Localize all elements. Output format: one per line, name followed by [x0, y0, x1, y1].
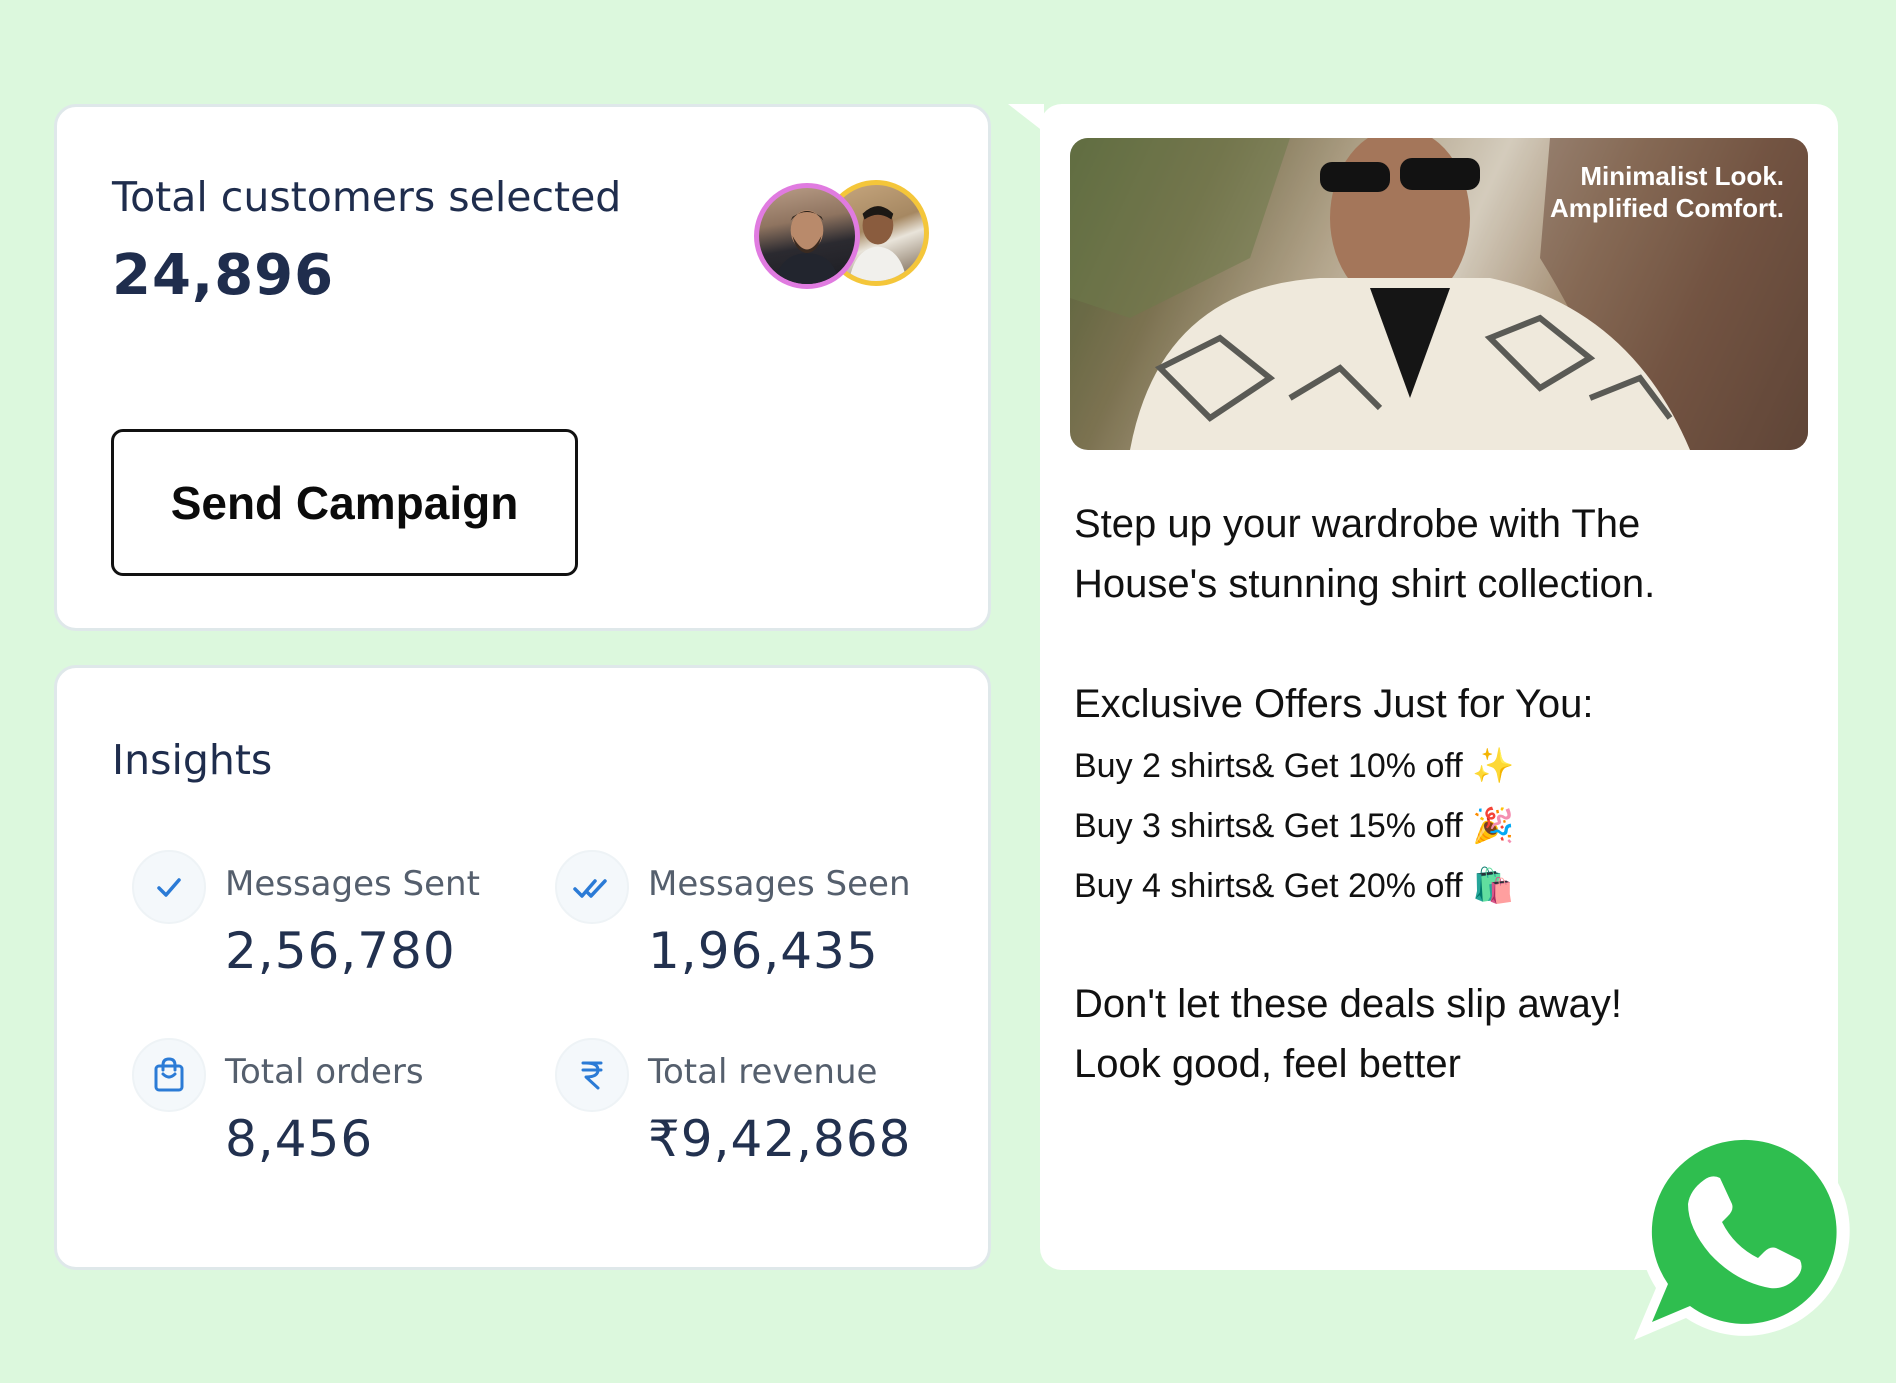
- metric-messages-seen: Messages Seen 1,96,435: [555, 850, 935, 990]
- bubble-tail: [1008, 104, 1044, 132]
- offer-item: Buy 4 shirts& Get 20% off 🛍️: [1074, 867, 1515, 905]
- metric-label: Total revenue: [648, 1052, 878, 1092]
- metric-messages-sent: Messages Sent 2,56,780: [132, 850, 512, 990]
- metric-value: 2,56,780: [225, 922, 456, 980]
- avatar-group: [754, 177, 929, 292]
- metric-total-orders: Total orders 8,456: [132, 1038, 512, 1178]
- message-intro: Step up your wardrobe with The House's s…: [1074, 494, 1655, 614]
- customers-count: 24,896: [112, 243, 335, 308]
- check-icon: [132, 850, 206, 924]
- double-check-icon: [555, 850, 629, 924]
- message-closing: Don't let these deals slip away! Look go…: [1074, 974, 1622, 1094]
- offer-item: Buy 3 shirts& Get 15% off 🎉: [1074, 807, 1515, 845]
- metric-value: 8,456: [225, 1110, 374, 1168]
- whatsapp-message-bubble: Minimalist Look. Amplified Comfort. Step…: [1040, 104, 1838, 1270]
- whatsapp-logo-icon: [1626, 1118, 1856, 1348]
- send-campaign-button[interactable]: Send Campaign: [111, 429, 578, 576]
- promo-image: Minimalist Look. Amplified Comfort.: [1070, 138, 1808, 450]
- promo-caption-line: Minimalist Look.: [1580, 161, 1784, 191]
- customers-title: Total customers selected: [112, 173, 622, 221]
- message-line: Look good, feel better: [1074, 1042, 1461, 1086]
- message-line: Don't let these deals slip away!: [1074, 982, 1622, 1026]
- promo-caption-line: Amplified Comfort.: [1550, 193, 1784, 223]
- metric-value: ₹9,42,868: [648, 1110, 912, 1168]
- insights-card: Insights Messages Sent 2,56,780 Messages…: [54, 665, 991, 1270]
- offers-heading: Exclusive Offers Just for You:: [1074, 682, 1594, 726]
- offers-list: Buy 2 shirts& Get 10% off ✨ Buy 3 shirts…: [1074, 736, 1514, 916]
- rupee-icon: [555, 1038, 629, 1112]
- metric-value: 1,96,435: [648, 922, 879, 980]
- message-line: Step up your wardrobe with The: [1074, 502, 1641, 546]
- metric-total-revenue: Total revenue ₹9,42,868: [555, 1038, 935, 1178]
- metric-label: Messages Seen: [648, 864, 911, 904]
- offer-item: Buy 2 shirts& Get 10% off ✨: [1074, 747, 1515, 785]
- shopping-bag-icon: [132, 1038, 206, 1112]
- insights-title: Insights: [112, 736, 273, 784]
- customers-card: Total customers selected 24,896 Send Cam…: [54, 104, 991, 631]
- message-line: House's stunning shirt collection.: [1074, 562, 1656, 606]
- metric-label: Total orders: [225, 1052, 424, 1092]
- avatar: [754, 183, 860, 289]
- promo-caption: Minimalist Look. Amplified Comfort.: [1550, 160, 1784, 224]
- metric-label: Messages Sent: [225, 864, 480, 904]
